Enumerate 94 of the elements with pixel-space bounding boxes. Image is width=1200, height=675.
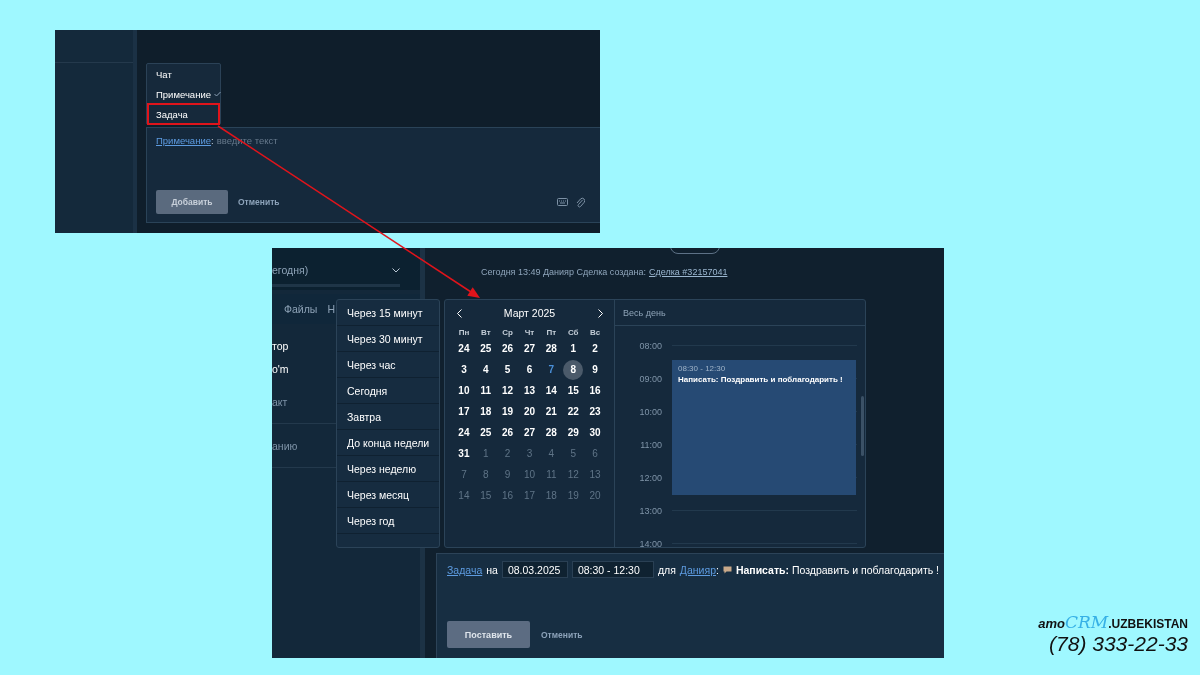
tab[interactable]: Файлы bbox=[284, 303, 318, 315]
log-entry: Сегодня 13:49 Данияр Сделка создана: bbox=[481, 267, 646, 277]
cancel-link[interactable]: Отменить bbox=[541, 629, 583, 640]
calendar-day[interactable]: 19 bbox=[497, 401, 518, 422]
event-time: 08:30 - 12:30 bbox=[678, 364, 727, 373]
calendar-day[interactable]: 9 bbox=[585, 359, 606, 380]
menu-item[interactable]: Задача bbox=[148, 104, 219, 124]
menu-item[interactable]: Через месяц bbox=[337, 482, 439, 508]
calendar-day[interactable]: 3 bbox=[453, 359, 474, 380]
calendar-day[interactable]: 26 bbox=[497, 422, 518, 443]
calendar-day[interactable]: 24 bbox=[453, 422, 474, 443]
brand-logo: amoCRM.UZBEKISTAN bbox=[1038, 612, 1188, 632]
hour-label: 10:00 bbox=[638, 406, 662, 417]
calendar-day[interactable]: 6 bbox=[519, 359, 540, 380]
paperclip-icon[interactable] bbox=[576, 196, 585, 208]
menu-item[interactable]: Сегодня bbox=[337, 378, 439, 404]
calendar-day[interactable]: 30 bbox=[585, 422, 606, 443]
calendar-day[interactable]: 8 bbox=[563, 359, 584, 380]
calendar-day[interactable]: 12 bbox=[497, 380, 518, 401]
event-title: Написать: Поздравить и поблагодарить ! bbox=[678, 375, 844, 384]
calendar-day[interactable]: 26 bbox=[497, 338, 518, 359]
calendar-day[interactable]: 10 bbox=[453, 380, 474, 401]
calendar-day[interactable]: 28 bbox=[541, 338, 562, 359]
calendar-day[interactable]: 27 bbox=[519, 338, 540, 359]
calendar-day[interactable]: 20 bbox=[519, 401, 540, 422]
menu-item[interactable]: Чат bbox=[148, 64, 219, 84]
calendar-day[interactable]: 2 bbox=[585, 338, 606, 359]
task-message: Написать: Поздравить и поблагодарить ! bbox=[735, 563, 940, 576]
add-button[interactable]: Добавить bbox=[156, 190, 228, 214]
check-icon bbox=[214, 91, 221, 97]
weekday-label: Ср bbox=[501, 327, 514, 337]
menu-item[interactable]: Через 30 минут bbox=[337, 326, 439, 352]
date-field[interactable]: 08.03.2025 bbox=[501, 561, 568, 578]
calendar-day[interactable]: 22 bbox=[563, 401, 584, 422]
calendar-day[interactable]: 4 bbox=[475, 359, 496, 380]
chevron-right-icon bbox=[597, 308, 603, 318]
calendar-day[interactable]: 17 bbox=[453, 401, 474, 422]
calendar-day[interactable]: 28 bbox=[541, 422, 562, 443]
hour-label: 11:00 bbox=[639, 439, 662, 450]
menu-item[interactable]: Завтра bbox=[337, 404, 439, 430]
calendar-day[interactable]: 24 bbox=[453, 338, 474, 359]
calendar-day[interactable]: 7 bbox=[541, 359, 562, 380]
calendar-day[interactable]: 13 bbox=[519, 380, 540, 401]
message-icon bbox=[722, 565, 732, 574]
menu-item[interactable]: Через год bbox=[337, 508, 439, 534]
calendar-day[interactable]: 23 bbox=[585, 401, 606, 422]
calendar-day[interactable]: 14 bbox=[541, 380, 562, 401]
phone-number: (78) 333-22-33 bbox=[1049, 632, 1188, 656]
chevron-left-icon bbox=[456, 308, 462, 318]
all-day-label: Весь день bbox=[615, 300, 865, 326]
weekday-label: Вс bbox=[588, 327, 602, 337]
menu-item[interactable]: Через час bbox=[337, 352, 439, 378]
hour-label: 14:00 bbox=[638, 538, 662, 547]
type-link[interactable]: Примечание bbox=[156, 135, 211, 146]
assignee-link[interactable]: Данияр bbox=[679, 563, 716, 576]
cancel-link[interactable]: Отменить bbox=[238, 197, 280, 207]
hour-label: 12:00 bbox=[638, 472, 662, 483]
calendar-day[interactable]: 5 bbox=[497, 359, 518, 380]
for-label: для bbox=[657, 563, 676, 576]
calendar-event[interactable]: 08:30 - 12:30 Написать: Поздравить и поблагодарить ! bbox=[672, 360, 856, 495]
calendar-day[interactable]: 18 bbox=[475, 401, 496, 422]
weekday-label: Вт bbox=[479, 327, 492, 337]
hour-label: 13:00 bbox=[638, 505, 662, 516]
menu-item[interactable]: До конца недели bbox=[337, 430, 439, 456]
tab[interactable]: Н bbox=[327, 303, 335, 315]
hour-label: 09:00 bbox=[638, 373, 662, 384]
calendar-day[interactable]: 29 bbox=[563, 422, 584, 443]
menu-item[interactable]: Примечание bbox=[148, 84, 219, 104]
separator-text: : bbox=[211, 135, 214, 146]
chevron-down-icon bbox=[392, 267, 400, 273]
on-label: на bbox=[486, 563, 498, 576]
calendar-day[interactable]: 31 bbox=[453, 443, 474, 464]
hour-label: 08:00 bbox=[638, 340, 662, 351]
deal-link[interactable]: Сделка #32157041 bbox=[649, 267, 728, 277]
task-type-link[interactable]: Задача bbox=[447, 563, 483, 576]
calendar-day[interactable]: 11 bbox=[475, 380, 496, 401]
set-task-button[interactable]: Поставить bbox=[447, 621, 530, 648]
calendar-day[interactable]: 16 bbox=[585, 380, 606, 401]
weekday-label: Чт bbox=[523, 327, 536, 337]
menu-item[interactable]: Через 15 минут bbox=[337, 300, 439, 326]
menu-item[interactable]: Через неделю bbox=[337, 456, 439, 482]
month-title: Март 2025 bbox=[503, 307, 556, 319]
weekday-label: Сб bbox=[566, 327, 580, 337]
calendar-day[interactable]: 27 bbox=[519, 422, 540, 443]
calendar-day[interactable]: 15 bbox=[563, 380, 584, 401]
time-field[interactable]: 08:30 - 12:30 bbox=[571, 561, 654, 578]
calendar-day[interactable]: 21 bbox=[541, 401, 562, 422]
weekday-label: Пн bbox=[457, 327, 471, 337]
calendar-day[interactable]: 25 bbox=[475, 338, 496, 359]
weekday-label: Пт bbox=[545, 327, 558, 337]
calendar-day[interactable]: 25 bbox=[475, 422, 496, 443]
calendar-day[interactable]: 1 bbox=[563, 338, 584, 359]
keyboard-icon[interactable] bbox=[557, 198, 568, 206]
separator-text: : bbox=[715, 563, 719, 576]
